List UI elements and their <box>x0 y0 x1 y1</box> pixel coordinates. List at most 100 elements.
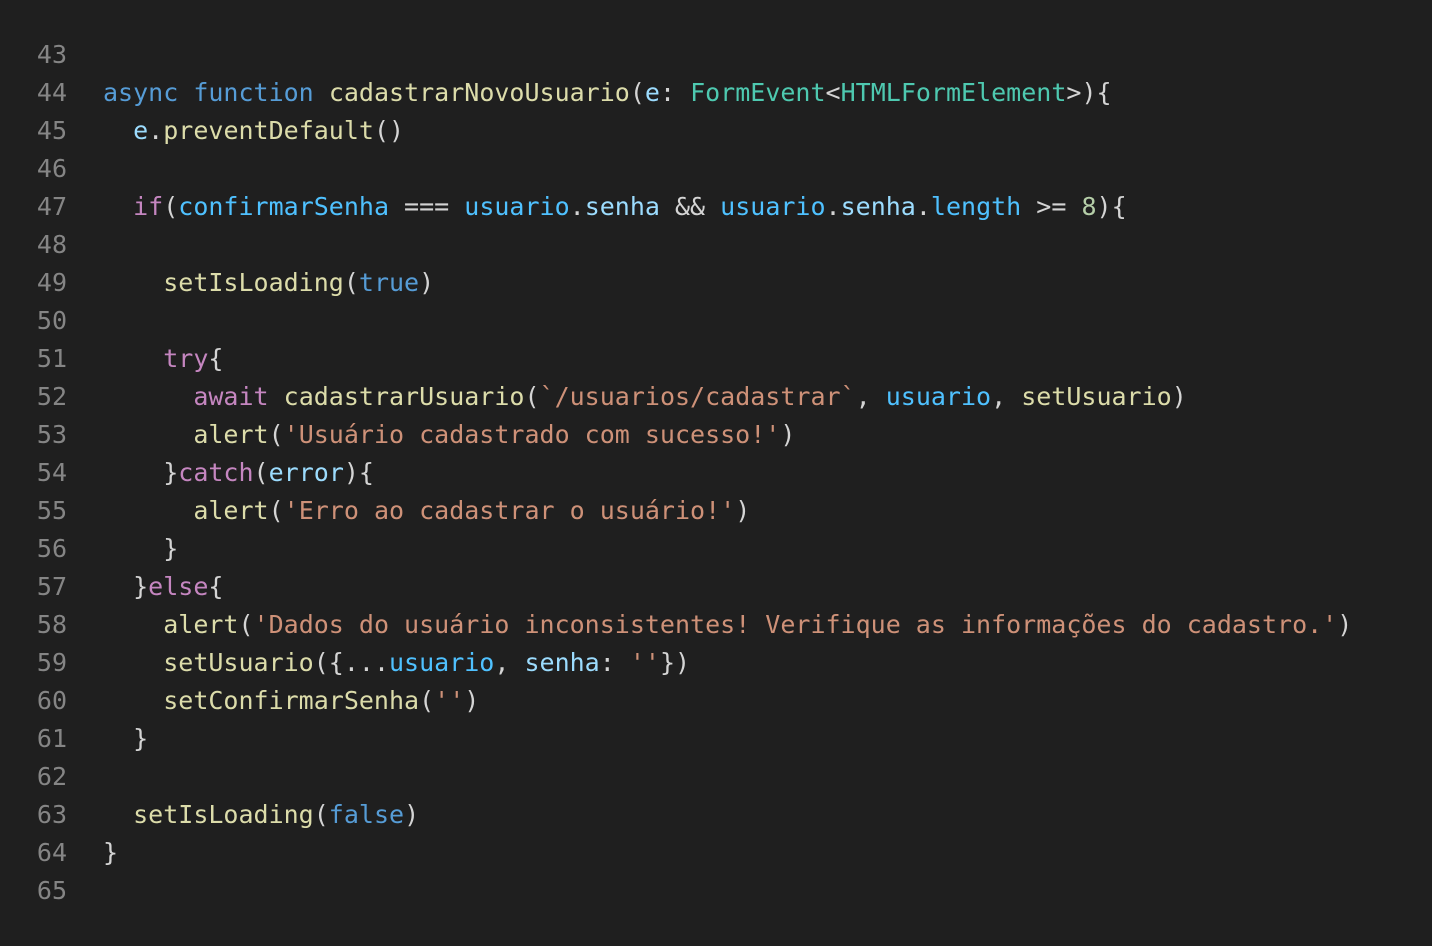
code-token: : <box>659 78 691 107</box>
code-line[interactable]: 49 setIsLoading(true) <box>0 264 1432 302</box>
code-token: ( <box>524 382 540 411</box>
code-line[interactable]: 57 }else{ <box>0 568 1432 606</box>
code-token: error <box>268 458 344 487</box>
line-content: }else{ <box>103 568 223 606</box>
code-line[interactable]: 51 try{ <box>0 340 1432 378</box>
code-line[interactable]: 46 <box>0 150 1432 188</box>
code-line[interactable]: 52 await cadastrarUsuario(`/usuarios/cad… <box>0 378 1432 416</box>
code-token: ( <box>238 610 254 639</box>
code-token: ({... <box>313 648 389 677</box>
line-content: if(confirmarSenha === usuario.senha && u… <box>103 188 1127 226</box>
code-line[interactable]: 55 alert('Erro ao cadastrar o usuário!') <box>0 492 1432 530</box>
line-number: 55 <box>36 496 67 525</box>
code-token: () <box>373 116 405 145</box>
code-token: ( <box>163 192 179 221</box>
code-token: . <box>148 116 164 145</box>
code-token: setUsuario <box>163 648 314 677</box>
code-line[interactable]: 63 setIsLoading(false) <box>0 796 1432 834</box>
line-number: 61 <box>36 724 67 753</box>
code-line[interactable]: 54 }catch(error){ <box>0 454 1432 492</box>
line-content: try{ <box>103 340 223 378</box>
line-content: setIsLoading(true) <box>103 264 434 302</box>
code-token: && <box>659 192 721 221</box>
code-token: ){ <box>1096 192 1127 221</box>
code-line[interactable]: 50 <box>0 302 1432 340</box>
line-number: 63 <box>36 800 67 829</box>
code-token: , <box>991 382 1022 411</box>
line-content: alert('Dados do usuário inconsistentes! … <box>103 606 1352 644</box>
line-content: alert('Erro ao cadastrar o usuário!') <box>103 492 750 530</box>
code-line[interactable]: 45 e.preventDefault() <box>0 112 1432 150</box>
code-line[interactable]: 53 alert('Usuário cadastrado com sucesso… <box>0 416 1432 454</box>
line-content: }catch(error){ <box>103 454 374 492</box>
code-token: ) <box>1337 610 1353 639</box>
code-editor[interactable]: 43 44 async function cadastrarNovoUsuario(… <box>0 0 1432 946</box>
line-content: setConfirmarSenha('') <box>103 682 479 720</box>
code-line[interactable]: 56 } <box>0 530 1432 568</box>
code-line[interactable]: 43 <box>0 36 1432 74</box>
code-line[interactable]: 59 setUsuario({...usuario, senha: ''}) <box>0 644 1432 682</box>
line-number: 56 <box>36 534 67 563</box>
line-number: 49 <box>36 268 67 297</box>
code-token: }) <box>659 648 691 677</box>
code-token: } <box>163 458 179 487</box>
line-number: 47 <box>36 192 67 221</box>
code-line[interactable]: 47 if(confirmarSenha === usuario.senha &… <box>0 188 1432 226</box>
code-line[interactable]: 60 setConfirmarSenha('') <box>0 682 1432 720</box>
code-token: { <box>208 572 224 601</box>
code-line[interactable]: 58 alert('Dados do usuário inconsistente… <box>0 606 1432 644</box>
line-number: 44 <box>36 78 67 107</box>
code-token: === <box>389 192 465 221</box>
line-number: 60 <box>36 686 67 715</box>
code-line[interactable]: 44 async function cadastrarNovoUsuario(e:… <box>0 74 1432 112</box>
code-line[interactable]: 62 <box>0 758 1432 796</box>
code-line[interactable]: 64} <box>0 834 1432 872</box>
code-token: e <box>644 78 660 107</box>
code-token: } <box>163 534 179 563</box>
line-number: 43 <box>36 40 67 69</box>
code-token: . <box>915 192 931 221</box>
code-token: : <box>599 648 630 677</box>
code-token: , <box>855 382 886 411</box>
code-token: ) <box>1171 382 1187 411</box>
code-token: FormEvent <box>690 78 826 107</box>
line-content: } <box>103 834 118 872</box>
line-content: await cadastrarUsuario(`/usuarios/cadast… <box>103 378 1187 416</box>
code-token: alert <box>163 610 239 639</box>
line-number: 51 <box>36 344 67 373</box>
line-content: setIsLoading(false) <box>103 796 419 834</box>
code-token: } <box>133 724 149 753</box>
code-token: 'Dados do usuário inconsistentes! Verifi… <box>253 610 1338 639</box>
code-token: ( <box>343 268 359 297</box>
code-token: cadastrarUsuario <box>283 382 525 411</box>
line-number: 46 <box>36 154 67 183</box>
code-token: `/usuarios/cadastrar` <box>539 382 856 411</box>
code-line[interactable]: 48 <box>0 226 1432 264</box>
code-token: 'Erro ao cadastrar o usuário!' <box>283 496 736 525</box>
code-token: HTMLFormElement <box>840 78 1067 107</box>
code-token: alert <box>193 420 269 449</box>
code-token: ) <box>780 420 796 449</box>
line-number: 53 <box>36 420 67 449</box>
code-line[interactable]: 65 <box>0 872 1432 910</box>
code-line[interactable]: 61 } <box>0 720 1432 758</box>
line-number: 59 <box>36 648 67 677</box>
code-area[interactable]: 43 44 async function cadastrarNovoUsuario(… <box>0 36 1432 910</box>
line-number: 50 <box>36 306 67 335</box>
line-content: alert('Usuário cadastrado com sucesso!') <box>103 416 795 454</box>
code-token: function <box>193 78 314 107</box>
code-token: ( <box>268 496 284 525</box>
line-content: e.preventDefault() <box>103 112 404 150</box>
line-content: } <box>103 720 148 758</box>
code-token: >= <box>1021 192 1082 221</box>
